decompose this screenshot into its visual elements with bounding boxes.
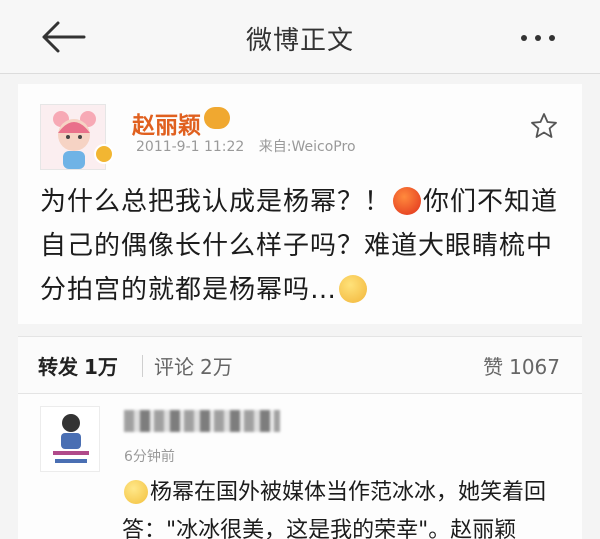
like-count: 1067 — [509, 355, 560, 379]
action-divider — [142, 355, 143, 377]
comment-button[interactable]: 评论 2万 — [154, 351, 233, 380]
comment-item: 6分钟前 杨幂在国外被媒体当作范冰冰，她笑着回答："冰冰很美，这是我的荣幸"。赵… — [18, 394, 582, 539]
author-name[interactable]: 赵丽颖 — [132, 106, 201, 140]
commenter-name-blurred[interactable] — [124, 410, 280, 432]
angry-emoji-icon — [393, 187, 422, 215]
weibo-post: 赵丽颖 2011-9-1 11:22 来自:WeicoPro 为什么总把我认成是… — [18, 84, 582, 324]
comment-text-block: 杨幂在国外被媒体当作范冰冰，她笑着回答："冰冰很美，这是我的荣幸"。赵丽颖 — [122, 474, 572, 539]
top-navigation-bar: 微博正文 — [0, 0, 600, 74]
verified-badge-icon — [94, 144, 114, 164]
like-label: 赞 — [483, 355, 504, 379]
comment-count: 2万 — [200, 355, 233, 379]
post-meta: 2011-9-1 11:22 来自:WeicoPro — [136, 136, 366, 156]
favorite-star-icon[interactable] — [530, 112, 558, 140]
post-action-bar: 转发 1万 评论 2万 赞 1067 — [18, 336, 582, 394]
post-content: 为什么总把我认成是杨幂？！ 你们不知道自己的偶像长什么样子吗？难道大眼睛梳中分拍宫… — [40, 180, 572, 312]
repost-label: 转发 — [38, 355, 78, 379]
smile-emoji-icon — [124, 480, 148, 504]
comment-label: 评论 — [154, 355, 194, 379]
post-text-part-1: 为什么总把我认成是杨幂？！ — [40, 187, 392, 217]
repost-count: 1万 — [84, 355, 118, 379]
member-crown-icon — [204, 107, 230, 129]
crying-emoji-icon — [339, 275, 368, 303]
post-source: 来自:WeicoPro — [258, 139, 356, 155]
like-button[interactable]: 赞 1067 — [483, 351, 560, 380]
page-title: 微博正文 — [245, 26, 354, 56]
comment-time: 6分钟前 — [124, 449, 175, 465]
post-date: 2011-9-1 11:22 — [136, 139, 245, 155]
more-options-icon[interactable] — [520, 34, 556, 42]
commenter-avatar[interactable] — [40, 406, 100, 472]
repost-button[interactable]: 转发 1万 — [38, 351, 118, 380]
comment-text: 杨幂在国外被媒体当作范冰冰，她笑着回答："冰冰很美，这是我的荣幸"。赵丽颖 — [122, 480, 547, 539]
